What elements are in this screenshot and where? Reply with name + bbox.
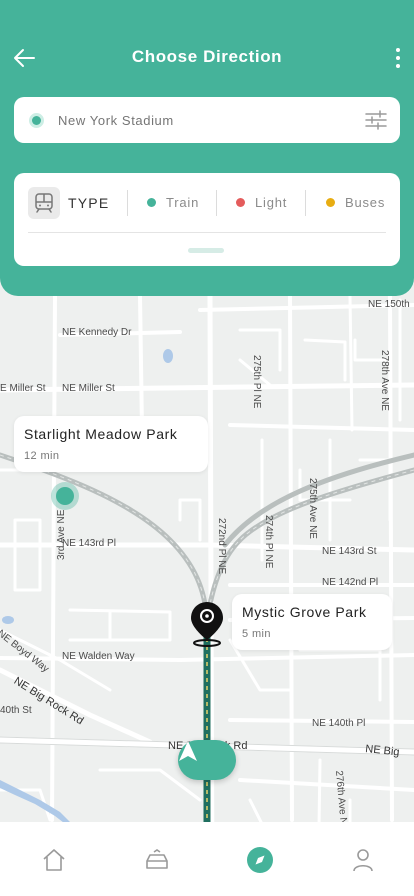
street-label: 3rd Ave NE xyxy=(56,509,67,560)
place-name: Mystic Grove Park xyxy=(242,604,367,620)
street-label: NE 150th xyxy=(368,299,410,310)
divider xyxy=(305,190,306,216)
divider xyxy=(28,232,386,233)
street-label: 272nd Pl NE xyxy=(216,518,227,575)
navigation-arrow-icon xyxy=(179,741,197,761)
location-pin-icon[interactable] xyxy=(189,600,225,648)
place-card-starlight[interactable]: Starlight Meadow Park 12 min xyxy=(14,416,208,472)
filter-button[interactable] xyxy=(364,109,388,131)
home-icon xyxy=(43,849,65,871)
page-title: Choose Direction xyxy=(131,47,283,66)
street-label: 274th Pl NE xyxy=(263,515,274,569)
navigation-arrow-button[interactable] xyxy=(178,740,236,780)
type-option-buses[interactable]: Buses xyxy=(326,195,385,210)
kebab-dot-icon xyxy=(396,48,400,52)
kebab-dot-icon xyxy=(396,56,400,60)
divider xyxy=(216,190,217,216)
type-option-light[interactable]: Light xyxy=(236,195,287,210)
drag-handle[interactable] xyxy=(188,248,224,253)
street-label: NE 140th Pl xyxy=(312,718,366,729)
type-option-label: Light xyxy=(255,195,288,210)
place-time: 12 min xyxy=(24,450,60,462)
street-label: 278th Ave NE xyxy=(379,350,390,411)
tickets-tab[interactable] xyxy=(142,845,172,875)
profile-icon xyxy=(353,849,373,872)
bottom-navigation xyxy=(0,822,414,896)
light-dot-icon xyxy=(236,198,245,207)
transport-type-card: TYPE Train Light Buses xyxy=(14,173,400,266)
kebab-dot-icon xyxy=(396,64,400,68)
home-tab[interactable] xyxy=(39,845,69,875)
compass-icon xyxy=(247,847,273,873)
header-panel: Choose Direction New York Stadium TYPE T… xyxy=(0,0,414,296)
place-name: Starlight Meadow Park xyxy=(24,426,178,442)
street-label: NE Walden Way xyxy=(62,651,135,662)
street-label: E Miller St xyxy=(0,383,46,394)
street-label: NE Miller St xyxy=(62,383,115,394)
street-label: 275th Pl NE xyxy=(251,355,262,409)
street-label: 275th Ave NE xyxy=(307,478,318,539)
search-bar xyxy=(14,97,400,143)
street-label: NE 143rd Pl xyxy=(62,538,116,549)
train-icon xyxy=(28,187,60,219)
origin-marker[interactable] xyxy=(51,482,79,510)
street-label: 40th St xyxy=(0,705,32,716)
street-label: NE Kennedy Dr xyxy=(62,327,132,338)
type-option-label: Train xyxy=(166,195,200,210)
search-input[interactable] xyxy=(58,112,348,128)
place-time: 5 min xyxy=(242,628,271,640)
sliders-icon xyxy=(365,110,387,130)
more-menu-button[interactable] xyxy=(388,44,408,72)
buses-dot-icon xyxy=(326,198,335,207)
origin-dot xyxy=(56,487,74,505)
type-option-train[interactable]: Train xyxy=(147,195,199,210)
divider xyxy=(127,190,128,216)
bus-icon xyxy=(146,849,168,869)
street-label: NE 143rd St xyxy=(322,546,377,557)
location-dot-icon xyxy=(29,112,44,128)
type-option-label: Buses xyxy=(345,195,386,210)
explore-tab[interactable] xyxy=(245,845,275,875)
place-card-mystic[interactable]: Mystic Grove Park 5 min xyxy=(232,594,392,650)
train-dot-icon xyxy=(147,198,156,207)
street-label: NE 142nd Pl xyxy=(322,577,379,588)
profile-tab[interactable] xyxy=(348,845,378,875)
type-label: TYPE xyxy=(68,195,110,211)
